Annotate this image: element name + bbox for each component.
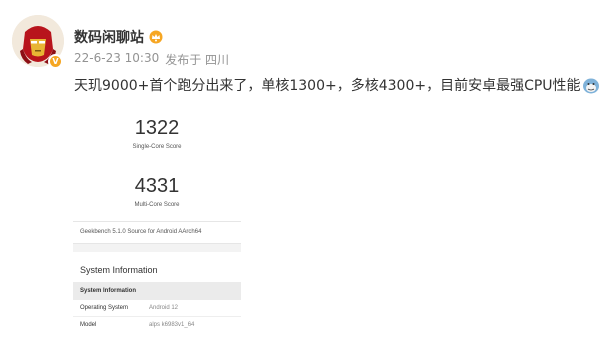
source-row: Geekbench 5.1.0 Source for Android AArch… (73, 222, 241, 244)
verified-badge-icon: V (48, 54, 63, 69)
table-header-text: System Information (80, 288, 137, 294)
row-key: Operating System (80, 305, 129, 311)
table-row: Model alps k6983v1_64 (73, 317, 241, 328)
multi-core-label: Multi-Core Score (134, 202, 180, 208)
post-text: 天玑9000+首个跑分出来了，单核1300+，多核4300+，目前安卓最强CPU… (74, 78, 581, 94)
post-date[interactable]: 22-6-23 10:30 (74, 51, 159, 68)
source-text: Geekbench 5.1.0 Source for Android AArch… (80, 229, 202, 235)
row-value: Android 12 (149, 305, 179, 311)
benchmark-screenshot[interactable]: 1322 Single-Core Score 4331 Multi-Core S… (73, 103, 241, 328)
doge-emoji-icon (582, 78, 599, 93)
section-title: System Information (80, 265, 158, 275)
single-core-score: 1322 (134, 117, 180, 139)
post-source: 发布于 四川 (165, 53, 230, 67)
multi-core-score: 4331 (134, 175, 180, 197)
row-key: Model (80, 322, 97, 328)
score-card: 1322 Single-Core Score 4331 Multi-Core S… (73, 103, 241, 222)
table-row: Operating System Android 12 (73, 300, 241, 317)
divider (73, 244, 241, 252)
vip-crown-icon[interactable] (148, 30, 164, 44)
table-header: System Information (73, 282, 241, 300)
author-row: 数码闲聊站 (74, 28, 164, 46)
single-core-label: Single-Core Score (132, 144, 182, 150)
post-body: 天玑9000+首个跑分出来了，单核1300+，多核4300+，目前安卓最强CPU… (74, 75, 600, 95)
post-meta: 22-6-23 10:30 发布于 四川 (74, 51, 235, 68)
row-value: alps k6983v1_64 (149, 322, 195, 328)
author-name[interactable]: 数码闲聊站 (74, 27, 144, 47)
